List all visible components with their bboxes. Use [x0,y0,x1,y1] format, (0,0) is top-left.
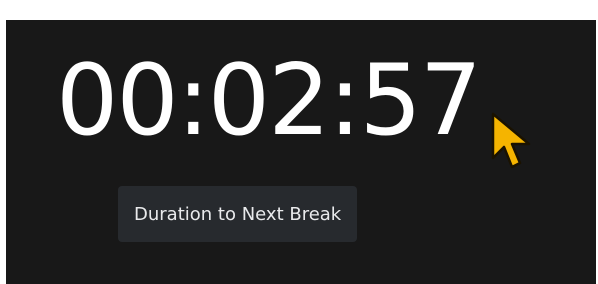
tooltip-label: Duration to Next Break [134,203,342,225]
pointer-arrow-icon [491,112,531,169]
timer-tooltip: Duration to Next Break [118,186,358,242]
countdown-timer[interactable]: 00:02:57 [56,52,482,150]
screenshot-frame: 00:02:57 Duration to Next Break [0,0,598,284]
